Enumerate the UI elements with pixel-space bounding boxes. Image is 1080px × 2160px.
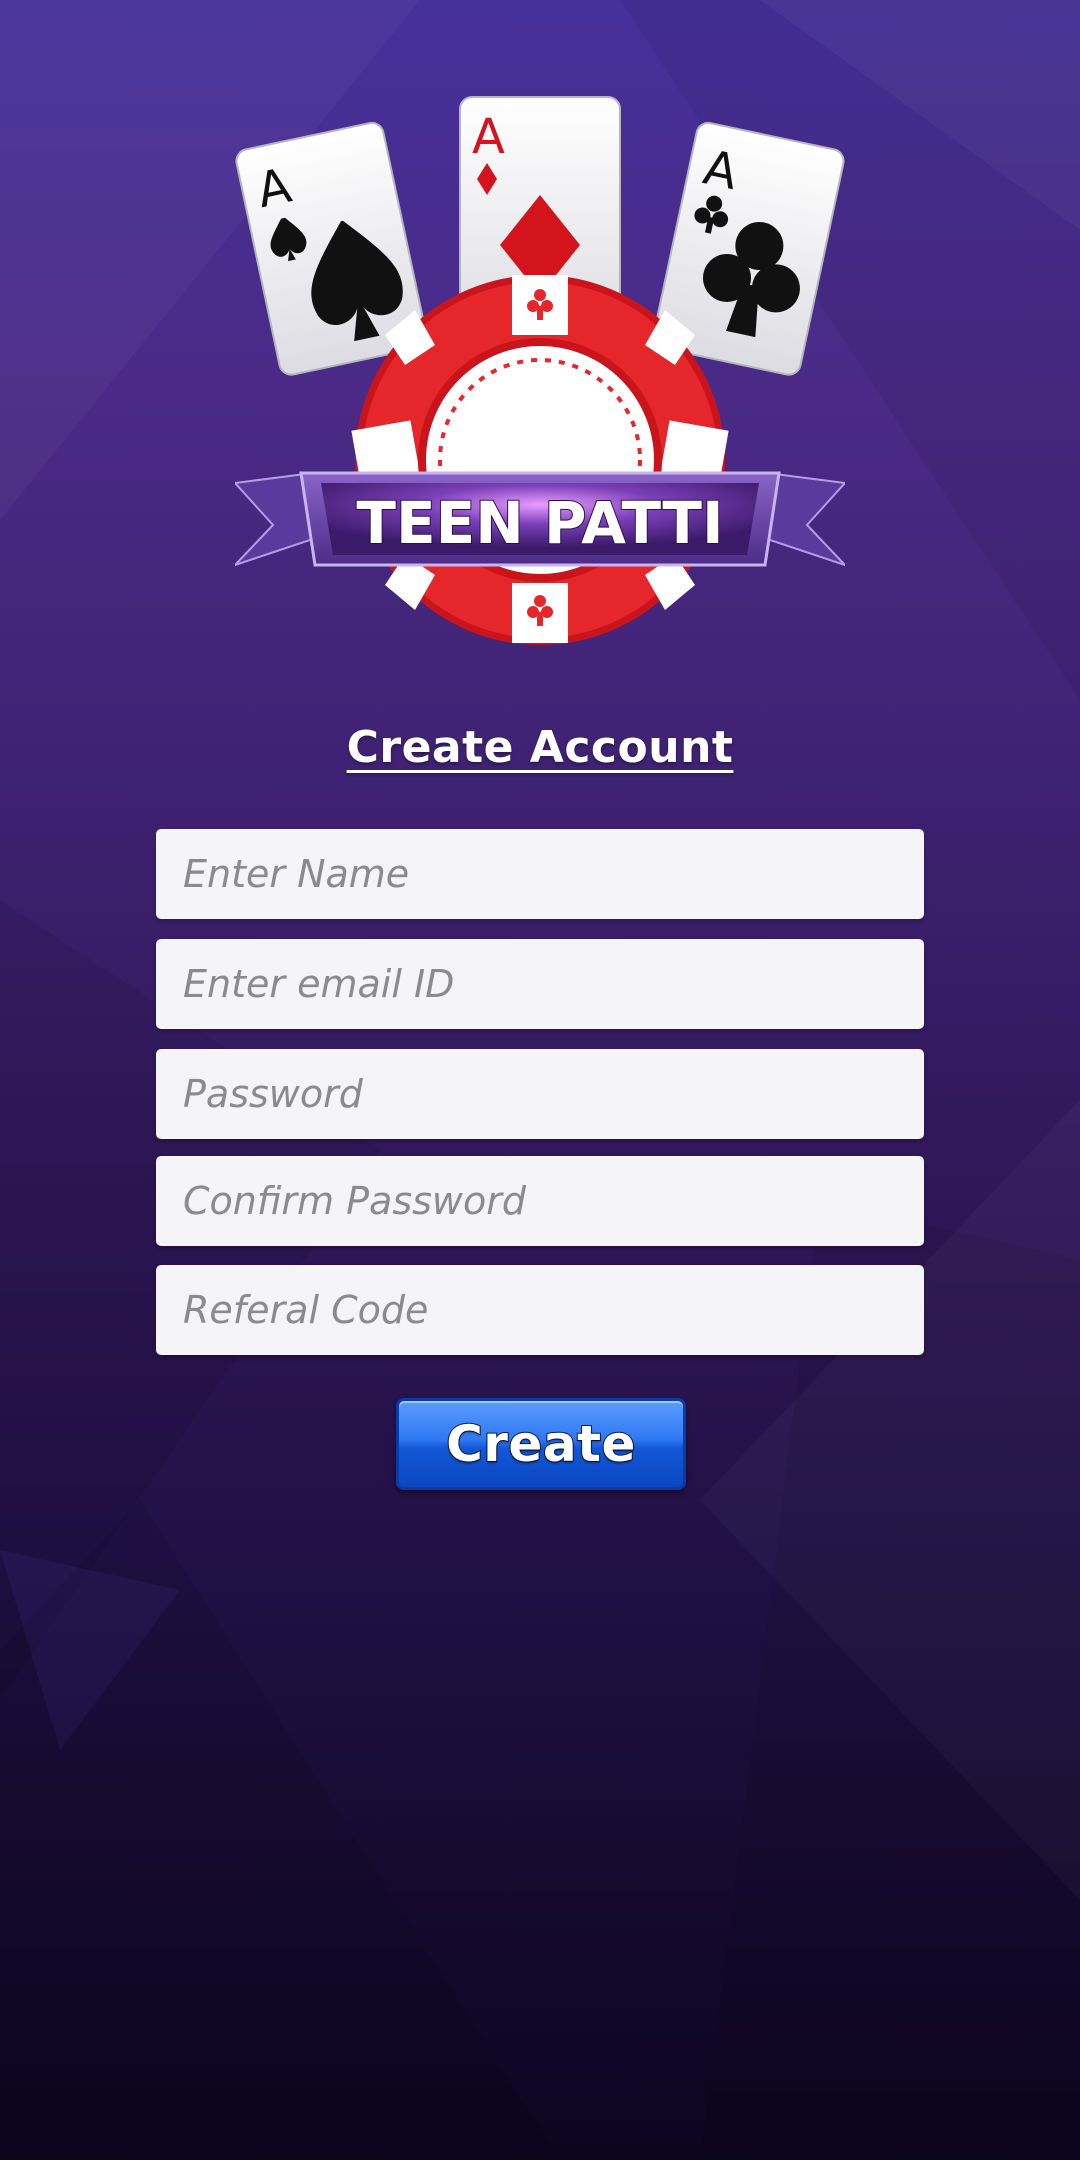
svg-text:A: A [472, 109, 505, 165]
logo-banner-text: TEEN PATTI [356, 489, 723, 557]
create-button-label: Create [445, 1414, 636, 1474]
referral-code-input[interactable] [156, 1265, 924, 1355]
create-account-screen: A A A TEEN PATTI Create Account Enter Na… [0, 0, 1080, 2160]
name-input[interactable] [156, 829, 924, 919]
confirm-password-input[interactable] [156, 1156, 924, 1246]
poker-chip [351, 275, 729, 645]
password-input[interactable] [156, 1049, 924, 1139]
email-input[interactable] [156, 939, 924, 1029]
teen-patti-logo: A A A TEEN PATTI [235, 96, 845, 645]
create-button[interactable]: Create [396, 1398, 686, 1490]
signup-form [156, 829, 924, 1375]
page-title: Create Account [346, 722, 734, 773]
